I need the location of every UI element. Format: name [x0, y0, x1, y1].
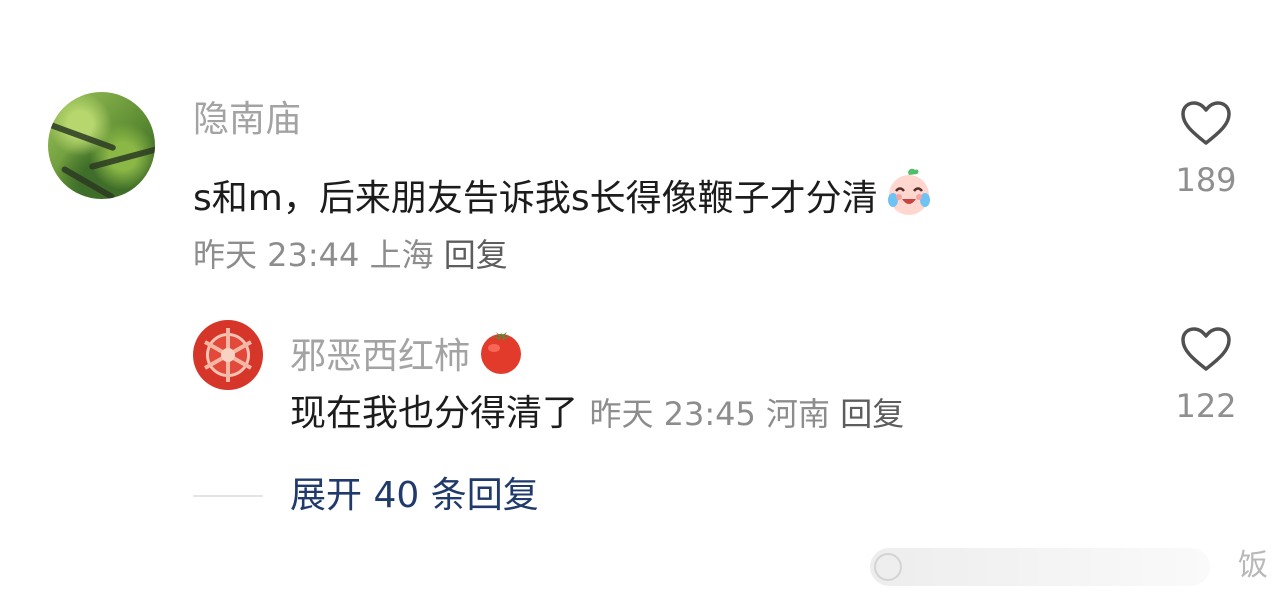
heart-icon [1181, 101, 1231, 145]
crying-laughing-baby-emoji-icon [882, 164, 936, 218]
avatar[interactable] [48, 92, 155, 199]
location: 上海 [369, 236, 434, 274]
timestamp: 昨天 23:45 [589, 395, 756, 433]
divider [193, 495, 263, 497]
watermark-text: 饭 [1238, 548, 1268, 583]
watermark-bar [870, 548, 1210, 586]
reply-button[interactable]: 回复 [840, 395, 904, 433]
reply-username: 邪恶西红柿 [290, 326, 526, 377]
like-count: 189 [1175, 161, 1237, 199]
reply-meta: 昨天 23:45 河南 回复 [589, 395, 904, 433]
expand-replies-button[interactable]: 展开 40 条回复 [290, 474, 539, 518]
comment-text: s和m，后来朋友告诉我s长得像鞭子才分清 [193, 178, 878, 219]
comment-meta: 昨天 23:44 上海 回复 [193, 235, 508, 275]
like-count: 122 [1175, 387, 1237, 425]
location: 河南 [766, 395, 831, 433]
weibo-watermark-icon [874, 553, 902, 581]
tomato-emoji-icon [476, 326, 526, 376]
heart-icon [1181, 327, 1231, 371]
like-button[interactable]: 122 [1166, 326, 1246, 424]
reply-button[interactable]: 回复 [444, 236, 508, 274]
reply-avatar[interactable] [193, 320, 263, 390]
reply-text: 现在我也分得清了 [290, 393, 579, 434]
username[interactable]: 邪恶西红柿 [290, 336, 470, 377]
username[interactable]: 隐南庙 [193, 100, 301, 140]
reply-content: 现在我也分得清了 昨天 23:45 河南 回复 [290, 392, 904, 436]
like-button[interactable]: 189 [1166, 100, 1246, 198]
comment-content: s和m，后来朋友告诉我s长得像鞭子才分清 [193, 164, 936, 221]
timestamp: 昨天 23:44 [193, 236, 360, 274]
